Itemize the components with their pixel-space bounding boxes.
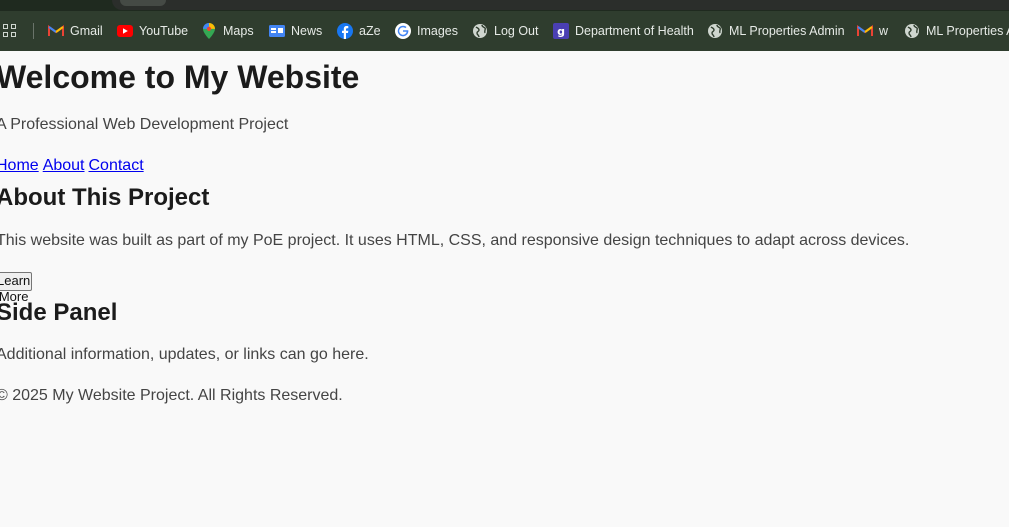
footer-text: © 2025 My Website Project. All Rights Re… <box>0 387 343 404</box>
youtube-icon <box>117 23 133 39</box>
maps-icon <box>201 23 217 39</box>
bookmark-label: ML Properties Admin <box>729 24 845 38</box>
bookmark-ml-properties-a[interactable]: ML Properties A <box>904 21 1009 41</box>
g-logo-icon: g <box>553 23 569 39</box>
page-title: Welcome to My Website <box>0 59 360 95</box>
globe-icon <box>707 23 723 39</box>
globe-icon <box>472 23 488 39</box>
nav-link-contact[interactable]: Contact <box>89 157 144 174</box>
apps-grid-icon[interactable] <box>3 24 17 38</box>
bookmark-youtube[interactable]: YouTube <box>117 21 188 41</box>
bookmark-w[interactable]: w <box>857 21 888 41</box>
bookmark-label: w <box>879 24 889 38</box>
bookmark-log-out[interactable]: Log Out <box>472 21 538 41</box>
bookmark-gmail[interactable]: Gmail <box>48 21 103 41</box>
nav-link-about[interactable]: About <box>43 157 85 174</box>
bookmark-aze[interactable]: aZe <box>337 21 381 41</box>
gmail-icon <box>48 23 64 39</box>
learn-more-button[interactable]: Learn More <box>0 272 33 304</box>
about-heading: About This Project <box>0 184 210 211</box>
bookmark-label: YouTube <box>139 24 189 38</box>
main-nav: Home About Contact <box>0 157 148 175</box>
bookmark-label: Department of Health <box>575 24 694 38</box>
page-tagline: A Professional Web Development Project <box>0 116 289 133</box>
bookmark-maps[interactable]: Maps <box>201 21 254 41</box>
browser-top-strip <box>0 0 1009 11</box>
bookmark-news[interactable]: News <box>269 21 322 41</box>
web-page: Welcome to My Website A Professional Web… <box>0 51 1009 527</box>
bookmark-label: News <box>291 24 323 38</box>
address-bar[interactable] <box>112 0 1009 10</box>
side-panel-text: Additional information, updates, or link… <box>0 346 369 363</box>
news-icon <box>269 23 285 39</box>
bookmark-images[interactable]: Images <box>395 21 458 41</box>
globe-icon <box>904 23 920 39</box>
svg-text:g: g <box>557 25 565 38</box>
bookmark-label: Maps <box>223 24 254 38</box>
bookmark-label: Images <box>417 24 458 38</box>
bookmark-label: aZe <box>359 24 381 38</box>
about-text: This website was built as part of my PoE… <box>0 232 910 249</box>
side-panel-heading: Side Panel <box>0 299 118 326</box>
gmail-icon <box>857 23 873 39</box>
google-icon <box>395 23 411 39</box>
site-info-chip[interactable] <box>120 0 166 6</box>
nav-link-home[interactable]: Home <box>0 157 39 174</box>
facebook-icon <box>337 23 353 39</box>
bookmarks-divider <box>33 23 34 39</box>
bookmark-label: ML Properties A <box>926 24 1009 38</box>
bookmark-department-of-health[interactable]: g Department of Health <box>553 21 694 41</box>
bookmark-ml-properties-admin[interactable]: ML Properties Admin <box>707 21 845 41</box>
bookmark-label: Gmail <box>70 24 103 38</box>
bookmark-label: Log Out <box>494 24 539 38</box>
bookmarks-bar: Gmail YouTube Maps News aZe Images Log O… <box>0 11 1009 51</box>
